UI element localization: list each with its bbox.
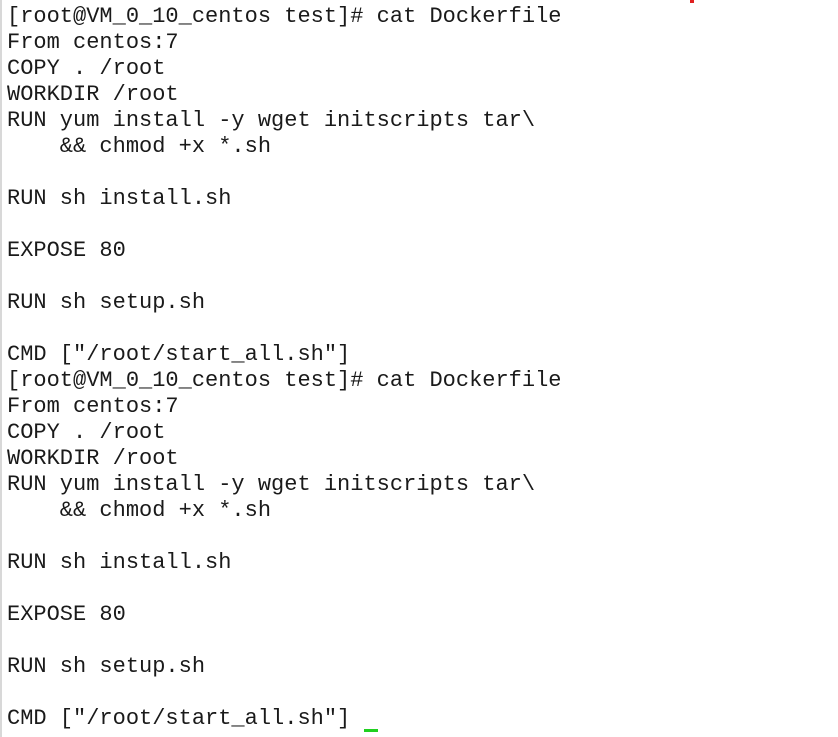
terminal-line: [root@VM_0_10_centos test]# cat Dockerfi… [7, 368, 562, 393]
terminal-cursor [364, 729, 379, 732]
terminal-line: RUN yum install -y wget initscripts tar\ [7, 108, 536, 133]
terminal-line: WORKDIR /root [7, 446, 179, 471]
terminal-line: && chmod +x *.sh [7, 498, 272, 523]
terminal-line: RUN sh install.sh [7, 550, 232, 575]
terminal-line: COPY . /root [7, 56, 166, 81]
terminal-line: COPY . /root [7, 420, 166, 445]
terminal-line: RUN sh setup.sh [7, 654, 206, 679]
window-left-border [0, 0, 2, 737]
terminal-line: RUN sh setup.sh [7, 290, 206, 315]
terminal-line: RUN sh install.sh [7, 186, 232, 211]
terminal-line: [root@VM_0_10_centos test]# cat Dockerfi… [7, 4, 562, 29]
terminal-line: RUN yum install -y wget initscripts tar\ [7, 472, 536, 497]
terminal-window[interactable]: [root@VM_0_10_centos test]# cat Dockerfi… [0, 0, 838, 737]
terminal-line: WORKDIR /root [7, 82, 179, 107]
terminal-line: CMD ["/root/start_all.sh"] [7, 342, 351, 367]
red-mark [690, 0, 694, 3]
terminal-line: EXPOSE 80 [7, 602, 126, 627]
terminal-line: From centos:7 [7, 30, 179, 55]
last-line-text: CMD ["/root/start_all.sh"] [7, 706, 351, 731]
terminal-line: From centos:7 [7, 394, 179, 419]
terminal-line: EXPOSE 80 [7, 238, 126, 263]
terminal-line-last: CMD ["/root/start_all.sh"] [7, 706, 838, 732]
terminal-line: && chmod +x *.sh [7, 134, 272, 159]
